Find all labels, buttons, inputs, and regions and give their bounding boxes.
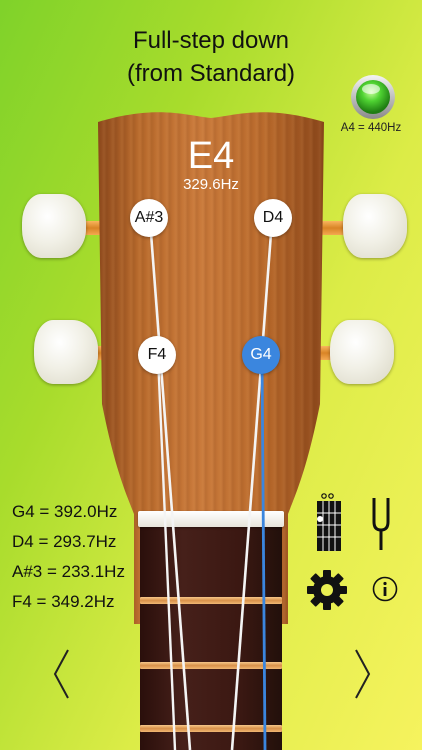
frequency-item: F4 = 349.2Hz xyxy=(12,592,115,611)
chevron-left-icon[interactable] xyxy=(50,648,74,700)
detected-note: E4 xyxy=(187,135,235,177)
string-button-top-left[interactable]: A#3 xyxy=(130,199,168,237)
frequency-item: G4 = 392.0Hz xyxy=(12,502,118,521)
string-g4 xyxy=(260,355,267,750)
string-f4 xyxy=(156,355,177,750)
string-frequencies: G4 = 392.0Hz D4 = 293.7Hz A#3 = 233.1Hz … xyxy=(12,497,125,617)
chevron-right-icon[interactable] xyxy=(350,648,374,700)
tuning-peg-top-right[interactable] xyxy=(343,194,407,258)
tuning-peg-top-left[interactable] xyxy=(22,194,86,258)
tuning-peg-bottom-right[interactable] xyxy=(330,320,394,384)
detected-frequency: 329.6Hz xyxy=(183,176,239,193)
string-a3 xyxy=(148,219,192,750)
tuning-peg-bottom-left[interactable] xyxy=(34,320,98,384)
string-button-bottom-left[interactable]: F4 xyxy=(138,336,176,374)
chord-chart-icon[interactable] xyxy=(316,493,342,553)
frequency-item: A#3 = 233.1Hz xyxy=(12,562,125,581)
string-button-top-right[interactable]: D4 xyxy=(254,199,292,237)
gear-icon[interactable] xyxy=(306,569,348,611)
string-button-bottom-right[interactable]: G4 xyxy=(242,336,280,374)
info-icon[interactable] xyxy=(372,576,398,602)
string-d4 xyxy=(230,219,274,750)
tuning-fork-icon[interactable] xyxy=(370,496,392,552)
frequency-item: D4 = 293.7Hz xyxy=(12,532,117,551)
